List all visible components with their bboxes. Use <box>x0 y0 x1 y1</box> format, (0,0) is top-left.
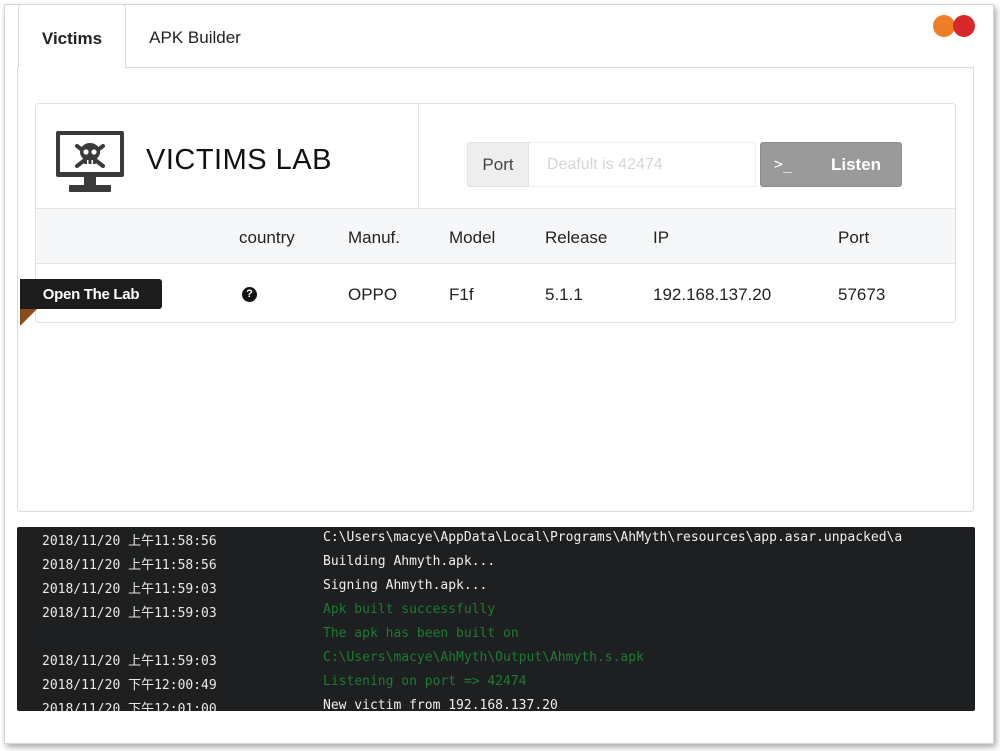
log-timestamp: 2018/11/20 上午11:59:03 <box>42 582 217 597</box>
cell-release: 5.1.1 <box>545 285 583 304</box>
terminal-icon: >_ <box>774 155 793 173</box>
log-timestamp: 2018/11/20 上午11:58:56 <box>42 558 217 573</box>
log-timestamp: 2018/11/20 下午12:00:49 <box>42 678 217 693</box>
column-header-port: Port <box>838 228 870 247</box>
column-header-model: Model <box>449 228 496 247</box>
header-divider <box>418 104 419 208</box>
log-line: 2018/11/20 上午11:59:03 Signing Ahmyth.apk… <box>17 575 975 599</box>
log-line: 2018/11/20 上午11:59:03 Apk built successf… <box>17 599 975 623</box>
log-line: 2018/11/20 上午11:58:56 Building Ahmyth.ap… <box>17 551 975 575</box>
cell-model: F1f <box>449 285 474 304</box>
log-message: Signing Ahmyth.apk... <box>323 578 488 593</box>
log-message: Building Ahmyth.apk... <box>323 554 496 569</box>
log-message: C:\Users\macye\AhMyth\Output\Ahmyth.s.ap… <box>323 650 644 665</box>
minimize-button[interactable] <box>933 15 955 37</box>
log-message: Listening on port => 42474 <box>323 674 527 689</box>
column-header-manuf: Manuf. <box>348 228 400 247</box>
close-button[interactable] <box>953 15 975 37</box>
port-label: Port <box>467 142 529 187</box>
log-timestamp: 2018/11/20 下午12:01:00 <box>42 702 217 711</box>
log-message: New victim from 192.168.137.20 <box>323 698 558 711</box>
page-title: VICTIMS LAB <box>146 144 332 176</box>
cell-ip: 192.168.137.20 <box>653 285 772 304</box>
port-input[interactable] <box>529 142 756 187</box>
table-header <box>36 208 955 264</box>
question-circle-icon: ? <box>242 287 257 302</box>
log-message: Apk built successfully <box>323 602 496 617</box>
cell-manuf: OPPO <box>348 285 398 304</box>
cell-port: 57673 <box>838 285 886 304</box>
monitor-skull-icon <box>56 131 124 192</box>
log-line: 2018/11/20 下午12:00:49 Listening on port … <box>17 671 975 695</box>
log-message: C:\Users\macye\AppData\Local\Programs\Ah… <box>323 530 903 545</box>
log-timestamp: 2018/11/20 上午11:59:03 <box>42 654 217 669</box>
ribbon-fold <box>20 309 37 326</box>
column-header-release: Release <box>545 228 608 247</box>
log-console[interactable]: 2018/11/20 上午11:58:56 C:\Users\macye\App… <box>17 527 975 711</box>
open-lab-button[interactable]: Open The Lab <box>20 279 162 309</box>
log-line: 2018/11/20 上午11:58:56 C:\Users\macye\App… <box>17 527 975 551</box>
log-line: The apk has been built on <box>17 623 975 647</box>
log-message: The apk has been built on <box>323 626 519 641</box>
log-line: 2018/11/20 上午11:59:03 C:\Users\macye\AhM… <box>17 647 975 671</box>
tab-victims[interactable]: Victims <box>18 4 126 68</box>
listen-button[interactable]: >_ Listen <box>760 142 902 187</box>
log-timestamp: 2018/11/20 上午11:58:56 <box>42 534 217 549</box>
listen-label: Listen <box>831 155 882 174</box>
log-timestamp: 2018/11/20 上午11:59:03 <box>42 606 217 621</box>
column-header-country: country <box>239 228 295 247</box>
window-controls <box>933 15 975 37</box>
log-line: 2018/11/20 下午12:01:00 New victim from 19… <box>17 695 975 711</box>
tab-apk-builder[interactable]: APK Builder <box>130 4 260 68</box>
column-header-ip: IP <box>653 228 670 247</box>
